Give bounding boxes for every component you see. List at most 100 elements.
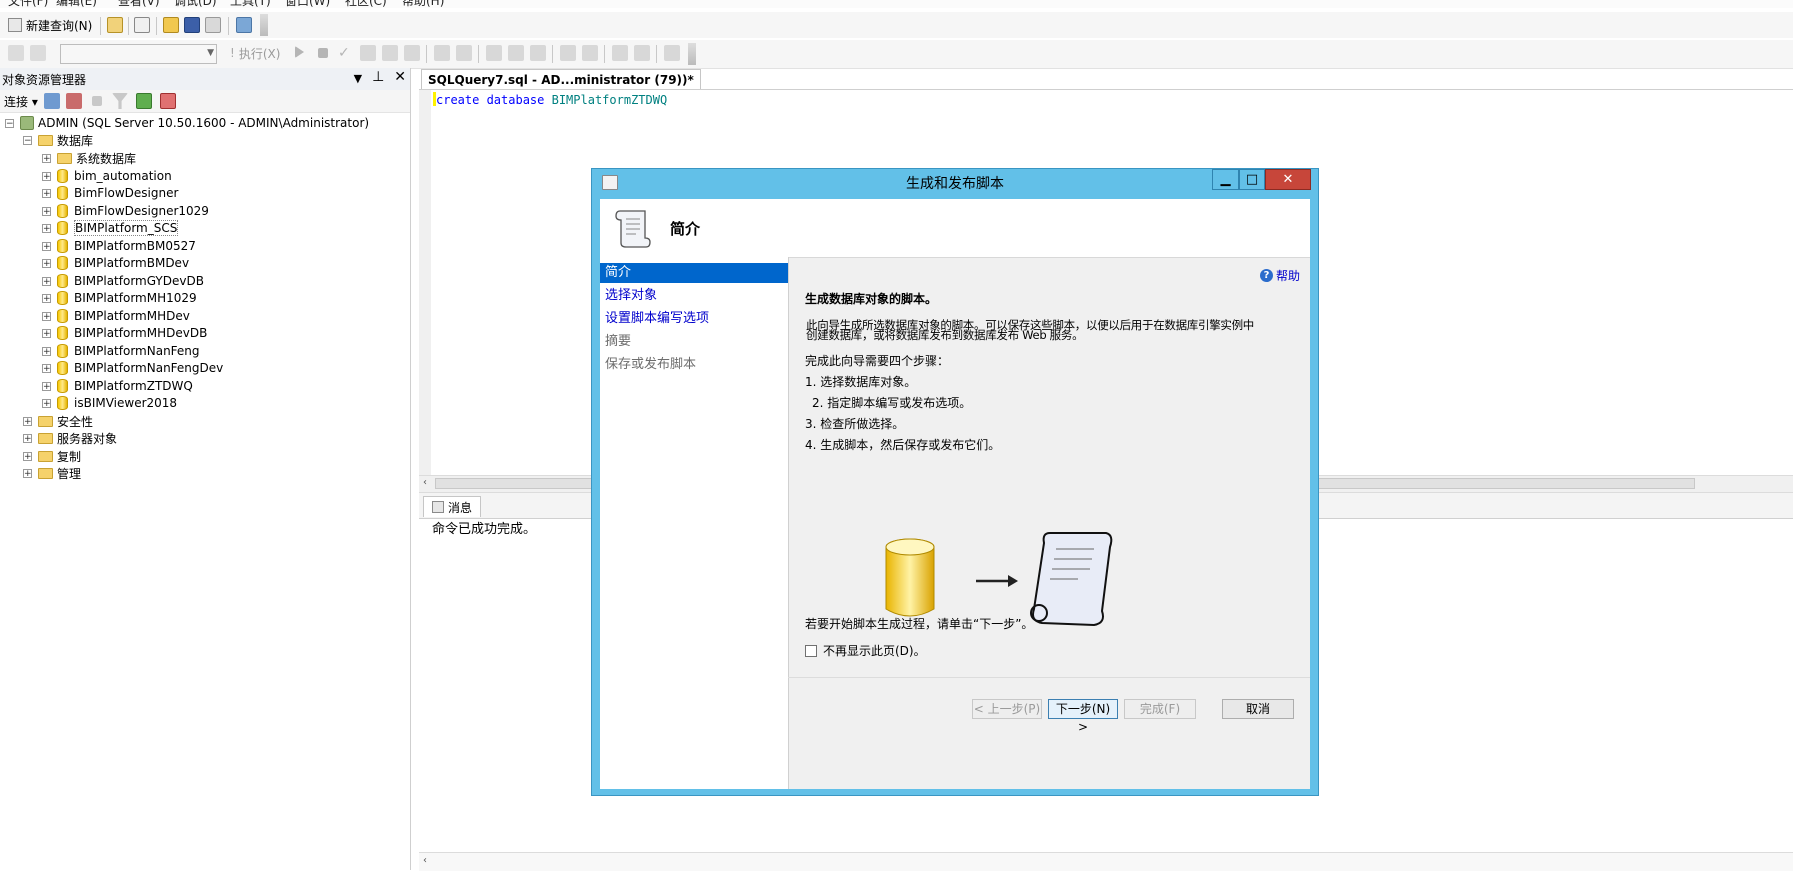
- expand-icon[interactable]: +: [42, 206, 51, 216]
- client-stats-icon[interactable]: [456, 45, 472, 61]
- messages-tab[interactable]: 消息: [423, 496, 482, 517]
- menu-window[interactable]: 窗口(W): [285, 0, 330, 8]
- increase-indent-icon[interactable]: [634, 45, 650, 61]
- expand-icon[interactable]: +: [42, 311, 51, 321]
- specify-template-icon[interactable]: [664, 45, 680, 61]
- maximize-button[interactable]: □: [1239, 169, 1265, 190]
- new-file-icon[interactable]: [134, 17, 150, 33]
- specify-values-icon[interactable]: [404, 45, 420, 61]
- expand-icon[interactable]: +: [42, 258, 51, 268]
- next-button[interactable]: 下一步(N) >: [1048, 699, 1118, 734]
- previous-button[interactable]: < 上一步(P): [972, 699, 1042, 719]
- debug-play-icon[interactable]: [295, 46, 304, 58]
- connect-object-icon[interactable]: [44, 93, 60, 109]
- menu-help[interactable]: 帮助(H): [402, 0, 444, 8]
- tree-database-item[interactable]: + isBIMViewer2018: [42, 393, 177, 413]
- expand-icon[interactable]: +: [42, 153, 51, 163]
- expand-icon[interactable]: +: [23, 416, 32, 426]
- expand-icon[interactable]: +: [42, 223, 51, 233]
- expand-icon[interactable]: +: [42, 328, 51, 338]
- change-connection-icon[interactable]: [30, 45, 46, 61]
- comment-icon[interactable]: [560, 45, 576, 61]
- new-query-button[interactable]: 新建查询(N): [8, 16, 92, 34]
- expand-icon[interactable]: +: [42, 346, 51, 356]
- dialog-titlebar[interactable]: 生成和发布脚本 ▁ □ ✕: [592, 169, 1318, 195]
- toolbar-overflow-icon[interactable]: [260, 14, 268, 36]
- refresh-icon[interactable]: [136, 93, 152, 109]
- tree-database-item[interactable]: + BimFlowDesigner: [42, 183, 178, 203]
- dont-show-again-checkbox[interactable]: [805, 644, 817, 657]
- expand-icon[interactable]: +: [23, 451, 32, 461]
- collapse-icon[interactable]: −: [5, 118, 14, 128]
- stop-icon[interactable]: [318, 48, 328, 58]
- decrease-indent-icon[interactable]: [612, 45, 628, 61]
- query-designer-icon[interactable]: [382, 45, 398, 61]
- summary-icon[interactable]: [160, 93, 176, 109]
- tree-database-item[interactable]: + BIMPlatformBMDev: [42, 253, 189, 273]
- close-button[interactable]: ✕: [1265, 169, 1311, 190]
- tree-database-item[interactable]: + BIMPlatform_SCS: [42, 218, 179, 238]
- step-4: 4. 生成脚本，然后保存或发布它们。: [805, 438, 1001, 452]
- database-engine-query-icon[interactable]: [107, 17, 123, 33]
- tree-management-folder[interactable]: + 管理: [23, 463, 81, 483]
- tree-database-item[interactable]: + BIMPlatformMHDevDB: [42, 323, 207, 343]
- tree-server-objects-folder[interactable]: + 服务器对象: [23, 428, 117, 448]
- results-to-text-icon[interactable]: [486, 45, 502, 61]
- finish-button[interactable]: 完成(F): [1124, 699, 1196, 719]
- expand-icon[interactable]: +: [42, 241, 51, 251]
- menu-file[interactable]: 文件(F): [8, 0, 48, 8]
- tree-database-item[interactable]: + BIMPlatformMH1029: [42, 288, 197, 308]
- close-icon[interactable]: ✕: [394, 69, 406, 89]
- tree-databases-folder[interactable]: − 数据库: [23, 130, 93, 150]
- activity-monitor-icon[interactable]: [236, 17, 252, 33]
- expand-icon[interactable]: +: [23, 468, 32, 478]
- scroll-left-icon[interactable]: ‹: [423, 477, 427, 488]
- expand-icon[interactable]: +: [42, 398, 51, 408]
- stop-icon[interactable]: [92, 96, 102, 106]
- tree-system-databases[interactable]: + 系统数据库: [42, 148, 136, 168]
- pin-icon[interactable]: ⊥: [372, 69, 384, 89]
- scroll-left-icon[interactable]: ‹: [423, 855, 427, 866]
- nav-choose-objects[interactable]: 选择对象: [600, 286, 788, 306]
- cancel-button[interactable]: 取消: [1222, 699, 1294, 719]
- available-databases-select[interactable]: ▼: [60, 44, 217, 64]
- uncomment-icon[interactable]: [582, 45, 598, 61]
- menu-view[interactable]: 查看(V): [118, 0, 160, 8]
- code-line[interactable]: create database BIMPlatformZTDWQ: [436, 93, 667, 107]
- results-to-file-icon[interactable]: [530, 45, 546, 61]
- menu-tools[interactable]: 工具(T): [230, 0, 271, 8]
- execute-button[interactable]: ! 执行(X): [230, 44, 280, 62]
- nav-scripting-options[interactable]: 设置脚本编写选项: [600, 309, 788, 329]
- expand-icon[interactable]: +: [42, 381, 51, 391]
- dont-show-again-row[interactable]: 不再显示此页(D)。: [805, 642, 926, 659]
- connect-dropdown[interactable]: 连接 ▾: [4, 93, 38, 110]
- menu-edit[interactable]: 编辑(E): [56, 0, 97, 8]
- filter-icon[interactable]: [112, 93, 128, 109]
- expand-icon[interactable]: +: [42, 276, 51, 286]
- menu-community[interactable]: 社区(C): [345, 0, 387, 8]
- collapse-icon[interactable]: −: [23, 135, 32, 145]
- panel-dropdown-icon[interactable]: ▼: [354, 69, 362, 89]
- expand-icon[interactable]: +: [42, 171, 51, 181]
- parse-check-icon[interactable]: ✓: [338, 45, 354, 61]
- tree-database-item[interactable]: + BIMPlatformNanFengDev: [42, 358, 223, 378]
- nav-introduction[interactable]: 简介: [600, 263, 788, 283]
- minimize-button[interactable]: ▁: [1212, 169, 1239, 190]
- menu-debug[interactable]: 调试(D): [174, 0, 217, 8]
- save-all-icon[interactable]: [205, 17, 221, 33]
- expand-icon[interactable]: +: [42, 293, 51, 303]
- expand-icon[interactable]: +: [42, 363, 51, 373]
- results-horizontal-scrollbar[interactable]: ‹: [419, 852, 1793, 871]
- editor-tab[interactable]: SQLQuery7.sql - AD...ministrator (79))*: [421, 69, 701, 90]
- open-folder-icon[interactable]: [163, 17, 179, 33]
- connect-icon[interactable]: [8, 45, 24, 61]
- disconnect-icon[interactable]: [66, 93, 82, 109]
- results-to-grid-icon[interactable]: [508, 45, 524, 61]
- toolbar-overflow-icon[interactable]: [688, 43, 696, 65]
- display-plan-icon[interactable]: [360, 45, 376, 61]
- expand-icon[interactable]: +: [23, 433, 32, 443]
- help-link[interactable]: ? 帮助: [1259, 267, 1300, 284]
- expand-icon[interactable]: +: [42, 188, 51, 198]
- save-icon[interactable]: [184, 17, 200, 33]
- include-plan-icon[interactable]: [434, 45, 450, 61]
